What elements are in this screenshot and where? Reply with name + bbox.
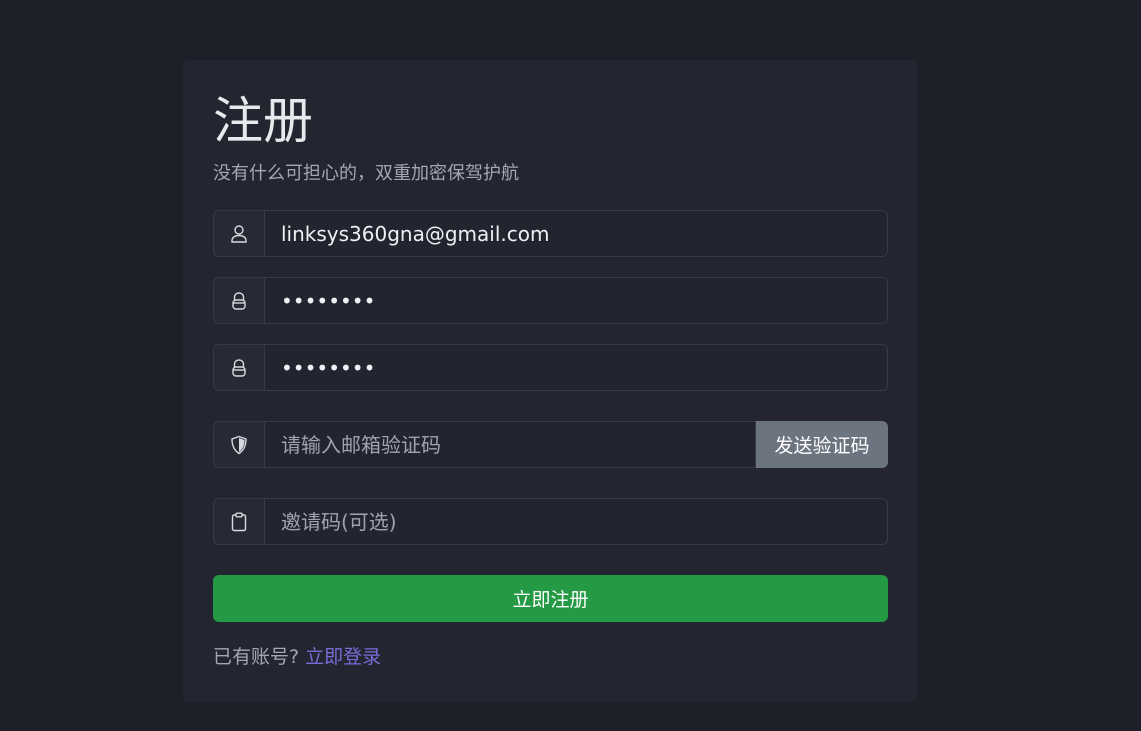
register-button[interactable]: 立即注册 <box>213 575 888 622</box>
lock-icon <box>213 277 264 324</box>
confirm-password-field[interactable] <box>264 344 888 391</box>
verify-code-group: 发送验证码 <box>213 421 888 468</box>
send-code-button[interactable]: 发送验证码 <box>756 421 888 468</box>
page-subtitle: 没有什么可担心的，双重加密保驾护航 <box>213 163 519 184</box>
login-prompt: 已有账号? 立即登录 <box>213 644 381 670</box>
login-link[interactable]: 立即登录 <box>305 646 381 668</box>
invite-code-group <box>213 498 888 545</box>
lock-icon <box>213 344 264 391</box>
invite-code-input[interactable] <box>264 498 888 545</box>
shield-icon <box>213 421 264 468</box>
email-field[interactable] <box>264 210 888 257</box>
email-group <box>213 210 888 257</box>
confirm-password-group <box>213 344 888 391</box>
verify-code-input[interactable] <box>264 421 756 468</box>
register-card: 注册 没有什么可担心的，双重加密保驾护航 linksys360gna@gmail… <box>183 60 917 702</box>
password-group <box>213 277 888 324</box>
clipboard-icon <box>213 498 264 545</box>
password-field[interactable] <box>264 277 888 324</box>
page-title: 注册 <box>213 92 313 150</box>
user-icon <box>213 210 264 257</box>
login-prompt-text: 已有账号? <box>213 646 300 668</box>
